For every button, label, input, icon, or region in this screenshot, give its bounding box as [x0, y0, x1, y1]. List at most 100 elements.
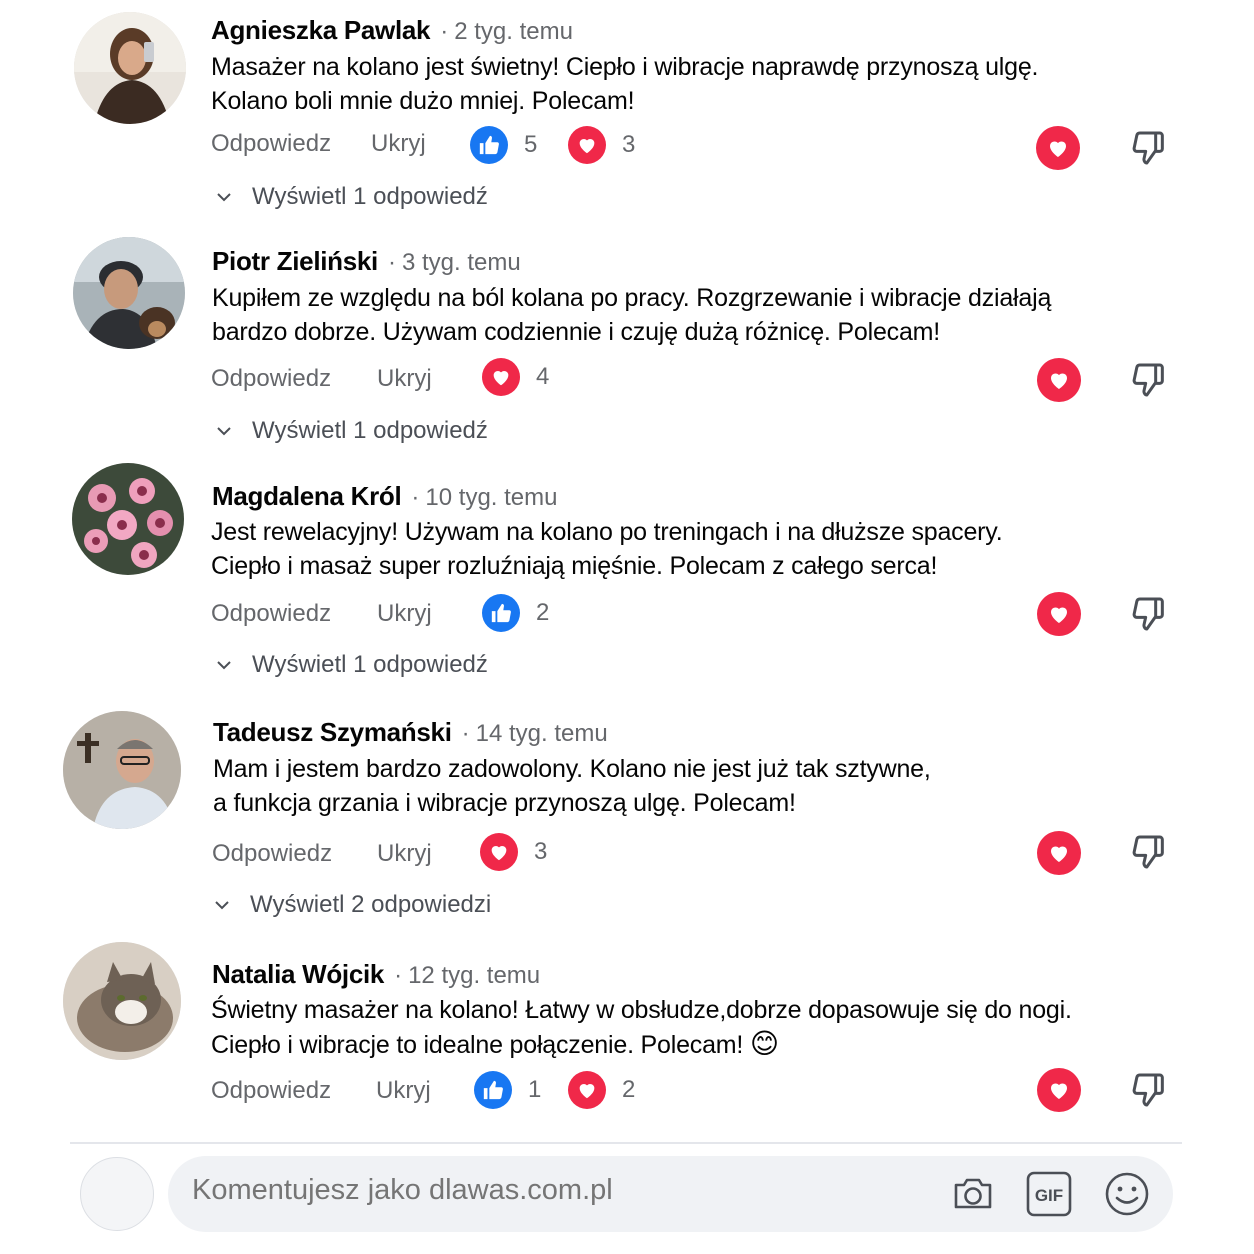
comment-line: Mam i jestem bardzo zadowolony. Kolano n…: [213, 755, 931, 783]
like-reaction[interactable]: 5: [470, 126, 537, 164]
author-name[interactable]: Magdalena Król: [212, 481, 402, 511]
heart-icon: [568, 1071, 606, 1109]
thumbs-down-icon[interactable]: [1129, 360, 1169, 400]
love-reaction[interactable]: 2: [568, 1071, 635, 1109]
comment-line-with-emoji: Ciepło i wibracje to idealne połączenie.…: [211, 1027, 1072, 1062]
comment-text: Świetny masażer na kolano! Łatwy w obsłu…: [211, 993, 1072, 1062]
love-button[interactable]: [1037, 592, 1081, 636]
gif-icon[interactable]: GIF: [1024, 1169, 1074, 1219]
smiling-face-emoji: 😊: [749, 1028, 779, 1059]
comment-line: Ciepło i wibracje to idealne połączenie.…: [211, 1031, 744, 1059]
avatar[interactable]: [72, 463, 184, 575]
heart-icon: [1051, 846, 1067, 862]
view-replies-label: Wyświetl 2 odpowiedzi: [250, 891, 492, 918]
timestamp[interactable]: 3 tyg. temu: [402, 249, 521, 276]
composer-avatar: [80, 1157, 154, 1231]
love-reaction[interactable]: 3: [568, 126, 635, 164]
comment-line: a funkcja grzania i wibracje przynoszą u…: [213, 789, 796, 817]
comment-text: Masażer na kolano jest świetny! Ciepło i…: [211, 50, 1038, 118]
view-replies-link[interactable]: Wyświetl 1 odpowiedź: [214, 183, 488, 211]
comment-text: Mam i jestem bardzo zadowolony. Kolano n…: [213, 752, 931, 820]
avatar[interactable]: [63, 942, 181, 1060]
hide-button[interactable]: Ukryj: [377, 365, 432, 393]
thumbs-down-icon[interactable]: [1129, 1070, 1169, 1110]
camera-icon[interactable]: [948, 1169, 998, 1219]
separator-dot: ·: [411, 484, 420, 511]
love-button[interactable]: [1037, 358, 1081, 402]
love-button[interactable]: [1037, 831, 1081, 875]
thumbs-up-icon: [482, 594, 520, 632]
separator-dot: ·: [461, 720, 470, 747]
timestamp[interactable]: 14 tyg. temu: [476, 720, 608, 747]
thumbs-up-icon: [470, 126, 508, 164]
separator-dot: ·: [440, 18, 449, 45]
chevron-down-icon: [217, 193, 231, 202]
comment-line: Masażer na kolano jest świetny! Ciepło i…: [211, 53, 1039, 81]
timestamp[interactable]: 10 tyg. temu: [425, 484, 557, 511]
comment-header: Agnieszka Pawlak · 2 tyg. temu: [211, 15, 573, 46]
thumbs-down-icon[interactable]: [1129, 832, 1169, 872]
chevron-down-icon: [215, 901, 229, 910]
avatar[interactable]: [73, 237, 185, 349]
hide-button[interactable]: Ukryj: [376, 1077, 431, 1105]
avatar[interactable]: [63, 711, 181, 829]
emoji-icon[interactable]: [1102, 1169, 1152, 1219]
reply-button[interactable]: Odpowiedz: [212, 840, 332, 868]
hide-button[interactable]: Ukryj: [377, 600, 432, 628]
comment-line: bardzo dobrze. Używam codziennie i czuję…: [212, 318, 941, 346]
hide-button[interactable]: Ukryj: [371, 130, 426, 158]
like-reaction[interactable]: 1: [474, 1071, 541, 1109]
chevron-down-icon: [217, 661, 231, 670]
comment-header: Natalia Wójcik · 12 tyg. temu: [212, 959, 540, 990]
heart-icon: [480, 833, 518, 871]
author-name[interactable]: Tadeusz Szymański: [213, 717, 452, 747]
comment-line: Jest rewelacyjny! Używam na kolano po tr…: [211, 518, 1003, 546]
avatar-photo: [63, 711, 181, 829]
comment-input[interactable]: [192, 1174, 892, 1207]
comment-header: Magdalena Król · 10 tyg. temu: [212, 481, 557, 512]
like-count: 1: [528, 1076, 542, 1103]
author-name[interactable]: Natalia Wójcik: [212, 959, 384, 989]
like-count: 5: [524, 131, 538, 158]
thumbs-down-icon[interactable]: [1129, 128, 1169, 168]
hide-button[interactable]: Ukryj: [377, 840, 432, 868]
heart-icon: [1051, 607, 1067, 623]
reply-button[interactable]: Odpowiedz: [211, 600, 331, 628]
svg-text:GIF: GIF: [1035, 1186, 1063, 1205]
avatar[interactable]: [74, 12, 186, 124]
view-replies-link[interactable]: Wyświetl 1 odpowiedź: [214, 417, 488, 445]
love-count: 3: [534, 838, 548, 865]
love-button[interactable]: [1037, 1068, 1081, 1112]
comment-line: Świetny masażer na kolano! Łatwy w obsłu…: [211, 996, 1072, 1024]
separator-dot: ·: [388, 249, 396, 276]
love-count: 4: [536, 363, 550, 390]
love-button[interactable]: [1036, 126, 1080, 170]
thumbs-down-icon[interactable]: [1129, 594, 1169, 634]
timestamp[interactable]: 12 tyg. temu: [408, 962, 540, 989]
like-reaction[interactable]: 2: [482, 594, 549, 632]
comment-text: Jest rewelacyjny! Używam na kolano po tr…: [211, 515, 1003, 583]
like-count: 2: [536, 599, 550, 626]
avatar-photo: [73, 237, 185, 349]
love-reaction[interactable]: 3: [480, 833, 547, 871]
view-replies-link[interactable]: Wyświetl 2 odpowiedzi: [212, 891, 491, 919]
view-replies-label: Wyświetl 1 odpowiedź: [252, 651, 488, 678]
timestamp[interactable]: 2 tyg. temu: [454, 18, 573, 45]
reply-button[interactable]: Odpowiedz: [211, 365, 331, 393]
heart-icon: [1051, 1083, 1067, 1099]
view-replies-link[interactable]: Wyświetl 1 odpowiedź: [214, 651, 488, 679]
author-name[interactable]: Piotr Zieliński: [212, 246, 378, 276]
reply-button[interactable]: Odpowiedz: [211, 1077, 331, 1105]
author-name[interactable]: Agnieszka Pawlak: [211, 15, 431, 45]
love-reaction[interactable]: 4: [482, 358, 549, 396]
comment-line: Kolano boli mnie dużo mniej. Polecam!: [211, 87, 635, 115]
view-replies-label: Wyświetl 1 odpowiedź: [252, 417, 488, 444]
separator-dot: ·: [394, 962, 403, 989]
comment-line: Ciepło i masaż super rozluźniają mięśnie…: [211, 552, 938, 580]
avatar-photo: [63, 942, 181, 1060]
reply-button[interactable]: Odpowiedz: [211, 130, 331, 158]
thumbs-up-icon: [474, 1071, 512, 1109]
comment-header: Tadeusz Szymański · 14 tyg. temu: [213, 717, 608, 748]
comment-composer[interactable]: GIF: [168, 1156, 1173, 1232]
heart-icon: [482, 358, 520, 396]
